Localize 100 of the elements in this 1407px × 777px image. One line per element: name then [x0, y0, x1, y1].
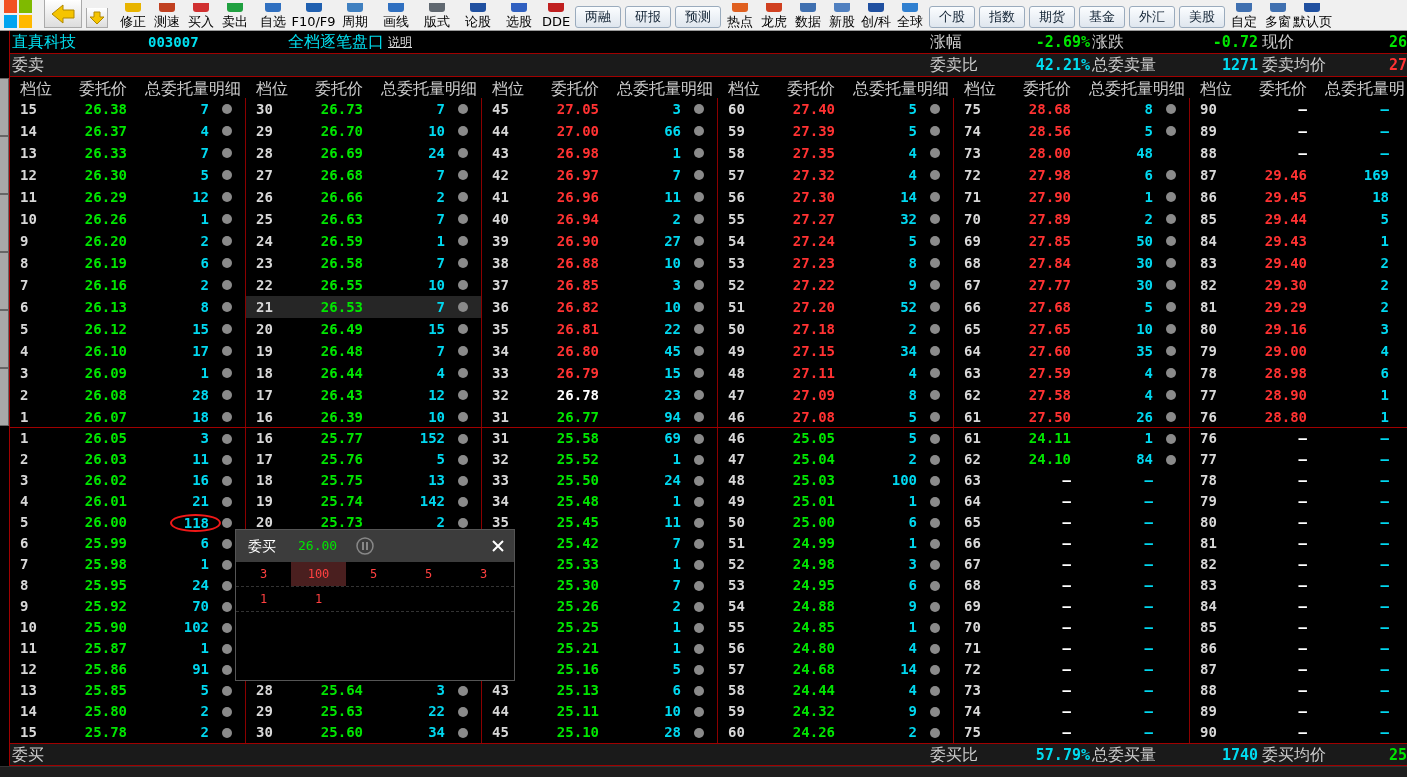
- detail-dot[interactable]: [930, 126, 940, 136]
- detail-dot[interactable]: [930, 346, 940, 356]
- order-row[interactable]: 47 25.04 2: [718, 449, 953, 470]
- detail-dot[interactable]: [930, 622, 940, 633]
- detail-dot[interactable]: [1166, 126, 1176, 136]
- order-row[interactable]: 65 27.65 10: [954, 318, 1189, 340]
- detail-dot[interactable]: [694, 727, 704, 738]
- detail-dot[interactable]: [458, 214, 468, 224]
- detail-dot[interactable]: [930, 148, 940, 158]
- order-row[interactable]: 6 26.13 8: [10, 296, 245, 318]
- order-row[interactable]: 56 24.80 4: [718, 638, 953, 659]
- detail-dot[interactable]: [694, 104, 704, 114]
- detail-dot[interactable]: [930, 258, 940, 268]
- detail-dot[interactable]: [694, 685, 704, 696]
- detail-dot[interactable]: [930, 643, 940, 654]
- detail-dot[interactable]: [222, 727, 232, 738]
- order-row[interactable]: 25.21 1: [482, 638, 717, 659]
- order-row[interactable]: 18 25.75 13: [246, 470, 481, 491]
- toolbar-tool[interactable]: 创/科: [859, 0, 893, 30]
- detail-dot[interactable]: [222, 214, 232, 224]
- detail-dot[interactable]: [222, 236, 232, 246]
- order-row[interactable]: 78 28.98 6: [1190, 362, 1407, 384]
- detail-dot[interactable]: [1166, 170, 1176, 180]
- order-row[interactable]: 41 26.96 11: [482, 186, 717, 208]
- detail-dot[interactable]: [930, 496, 940, 507]
- order-row[interactable]: 14 25.80 2: [10, 701, 245, 722]
- detail-dot[interactable]: [1166, 236, 1176, 246]
- detail-dot[interactable]: [930, 580, 940, 591]
- detail-dot[interactable]: [458, 433, 468, 444]
- toolbar-tool[interactable]: 热点: [723, 0, 757, 30]
- toolbar-tool[interactable]: 全球: [893, 0, 927, 30]
- order-row[interactable]: 20 26.49 15: [246, 318, 481, 340]
- order-row[interactable]: 83 – –: [1190, 575, 1407, 596]
- detail-dot[interactable]: [694, 559, 704, 570]
- detail-dot[interactable]: [930, 538, 940, 549]
- order-row[interactable]: 51 24.99 1: [718, 533, 953, 554]
- order-row[interactable]: 32 26.78 23: [482, 384, 717, 406]
- trade-cell[interactable]: 1: [291, 587, 346, 611]
- order-row[interactable]: 11 26.29 12: [10, 186, 245, 208]
- detail-dot[interactable]: [458, 170, 468, 180]
- order-row[interactable]: 66 27.68 5: [954, 296, 1189, 318]
- order-row[interactable]: 8 26.19 6: [10, 252, 245, 274]
- detail-dot[interactable]: [458, 368, 468, 378]
- detail-dot[interactable]: [458, 346, 468, 356]
- detail-dot[interactable]: [930, 685, 940, 696]
- detail-dot[interactable]: [1166, 192, 1176, 202]
- order-row[interactable]: 10 26.26 1: [10, 208, 245, 230]
- order-row[interactable]: 53 24.95 6: [718, 575, 953, 596]
- detail-dot[interactable]: [694, 148, 704, 158]
- order-row[interactable]: 89 – –: [1190, 701, 1407, 722]
- order-row[interactable]: 3 26.02 16: [10, 470, 245, 491]
- order-row[interactable]: 48 25.03 100: [718, 470, 953, 491]
- order-row[interactable]: 5 26.12 15: [10, 318, 245, 340]
- order-row[interactable]: 42 26.97 7: [482, 164, 717, 186]
- detail-dot[interactable]: [222, 302, 232, 312]
- order-row[interactable]: 34 25.48 1: [482, 491, 717, 512]
- toolbar-button[interactable]: 两融: [575, 6, 621, 28]
- trade-cell[interactable]: 5: [346, 562, 401, 586]
- detail-dot[interactable]: [222, 346, 232, 356]
- order-row[interactable]: 4 26.10 17: [10, 340, 245, 362]
- detail-dot[interactable]: [222, 170, 232, 180]
- order-row[interactable]: 53 27.23 8: [718, 252, 953, 274]
- order-row[interactable]: 15 25.78 2: [10, 722, 245, 743]
- order-row[interactable]: 2 26.08 28: [10, 384, 245, 406]
- detail-dot[interactable]: [694, 280, 704, 290]
- detail-dot[interactable]: [694, 170, 704, 180]
- detail-dot[interactable]: [458, 280, 468, 290]
- toolbar-tool[interactable]: 新股: [825, 0, 859, 30]
- detail-dot[interactable]: [1166, 454, 1176, 465]
- detail-dot[interactable]: [694, 302, 704, 312]
- order-row[interactable]: 61 24.11 1: [954, 428, 1189, 449]
- order-row[interactable]: 29 26.70 10: [246, 120, 481, 142]
- order-row[interactable]: 7 26.16 2: [10, 274, 245, 296]
- detail-dot[interactable]: [1166, 412, 1176, 422]
- detail-dot[interactable]: [458, 412, 468, 422]
- detail-dot[interactable]: [930, 475, 940, 486]
- detail-dot[interactable]: [458, 390, 468, 400]
- detail-dot[interactable]: [222, 280, 232, 290]
- detail-dot[interactable]: [1166, 346, 1176, 356]
- order-row[interactable]: 82 29.30 2: [1190, 274, 1407, 296]
- toolbar-tool[interactable]: DDE: [539, 0, 573, 30]
- order-row[interactable]: 69 27.85 50: [954, 230, 1189, 252]
- detail-dot[interactable]: [1166, 214, 1176, 224]
- order-row[interactable]: 25.26 2: [482, 596, 717, 617]
- detail-dot[interactable]: [694, 324, 704, 334]
- order-row[interactable]: 64 27.60 35: [954, 340, 1189, 362]
- order-row[interactable]: 13 25.85 5: [10, 680, 245, 701]
- order-row[interactable]: 84 – –: [1190, 596, 1407, 617]
- order-row[interactable]: 88 – –: [1190, 680, 1407, 701]
- order-row[interactable]: 55 24.85 1: [718, 617, 953, 638]
- order-row[interactable]: 86 29.45 18: [1190, 186, 1407, 208]
- order-row[interactable]: 24 26.59 1: [246, 230, 481, 252]
- detail-dot[interactable]: [694, 664, 704, 675]
- detail-dot[interactable]: [458, 517, 468, 528]
- detail-dot[interactable]: [930, 170, 940, 180]
- detail-dot[interactable]: [222, 454, 232, 465]
- order-row[interactable]: 45 27.05 3: [482, 98, 717, 120]
- order-row[interactable]: 58 24.44 4: [718, 680, 953, 701]
- detail-dot[interactable]: [930, 517, 940, 528]
- order-row[interactable]: 45 25.10 28: [482, 722, 717, 743]
